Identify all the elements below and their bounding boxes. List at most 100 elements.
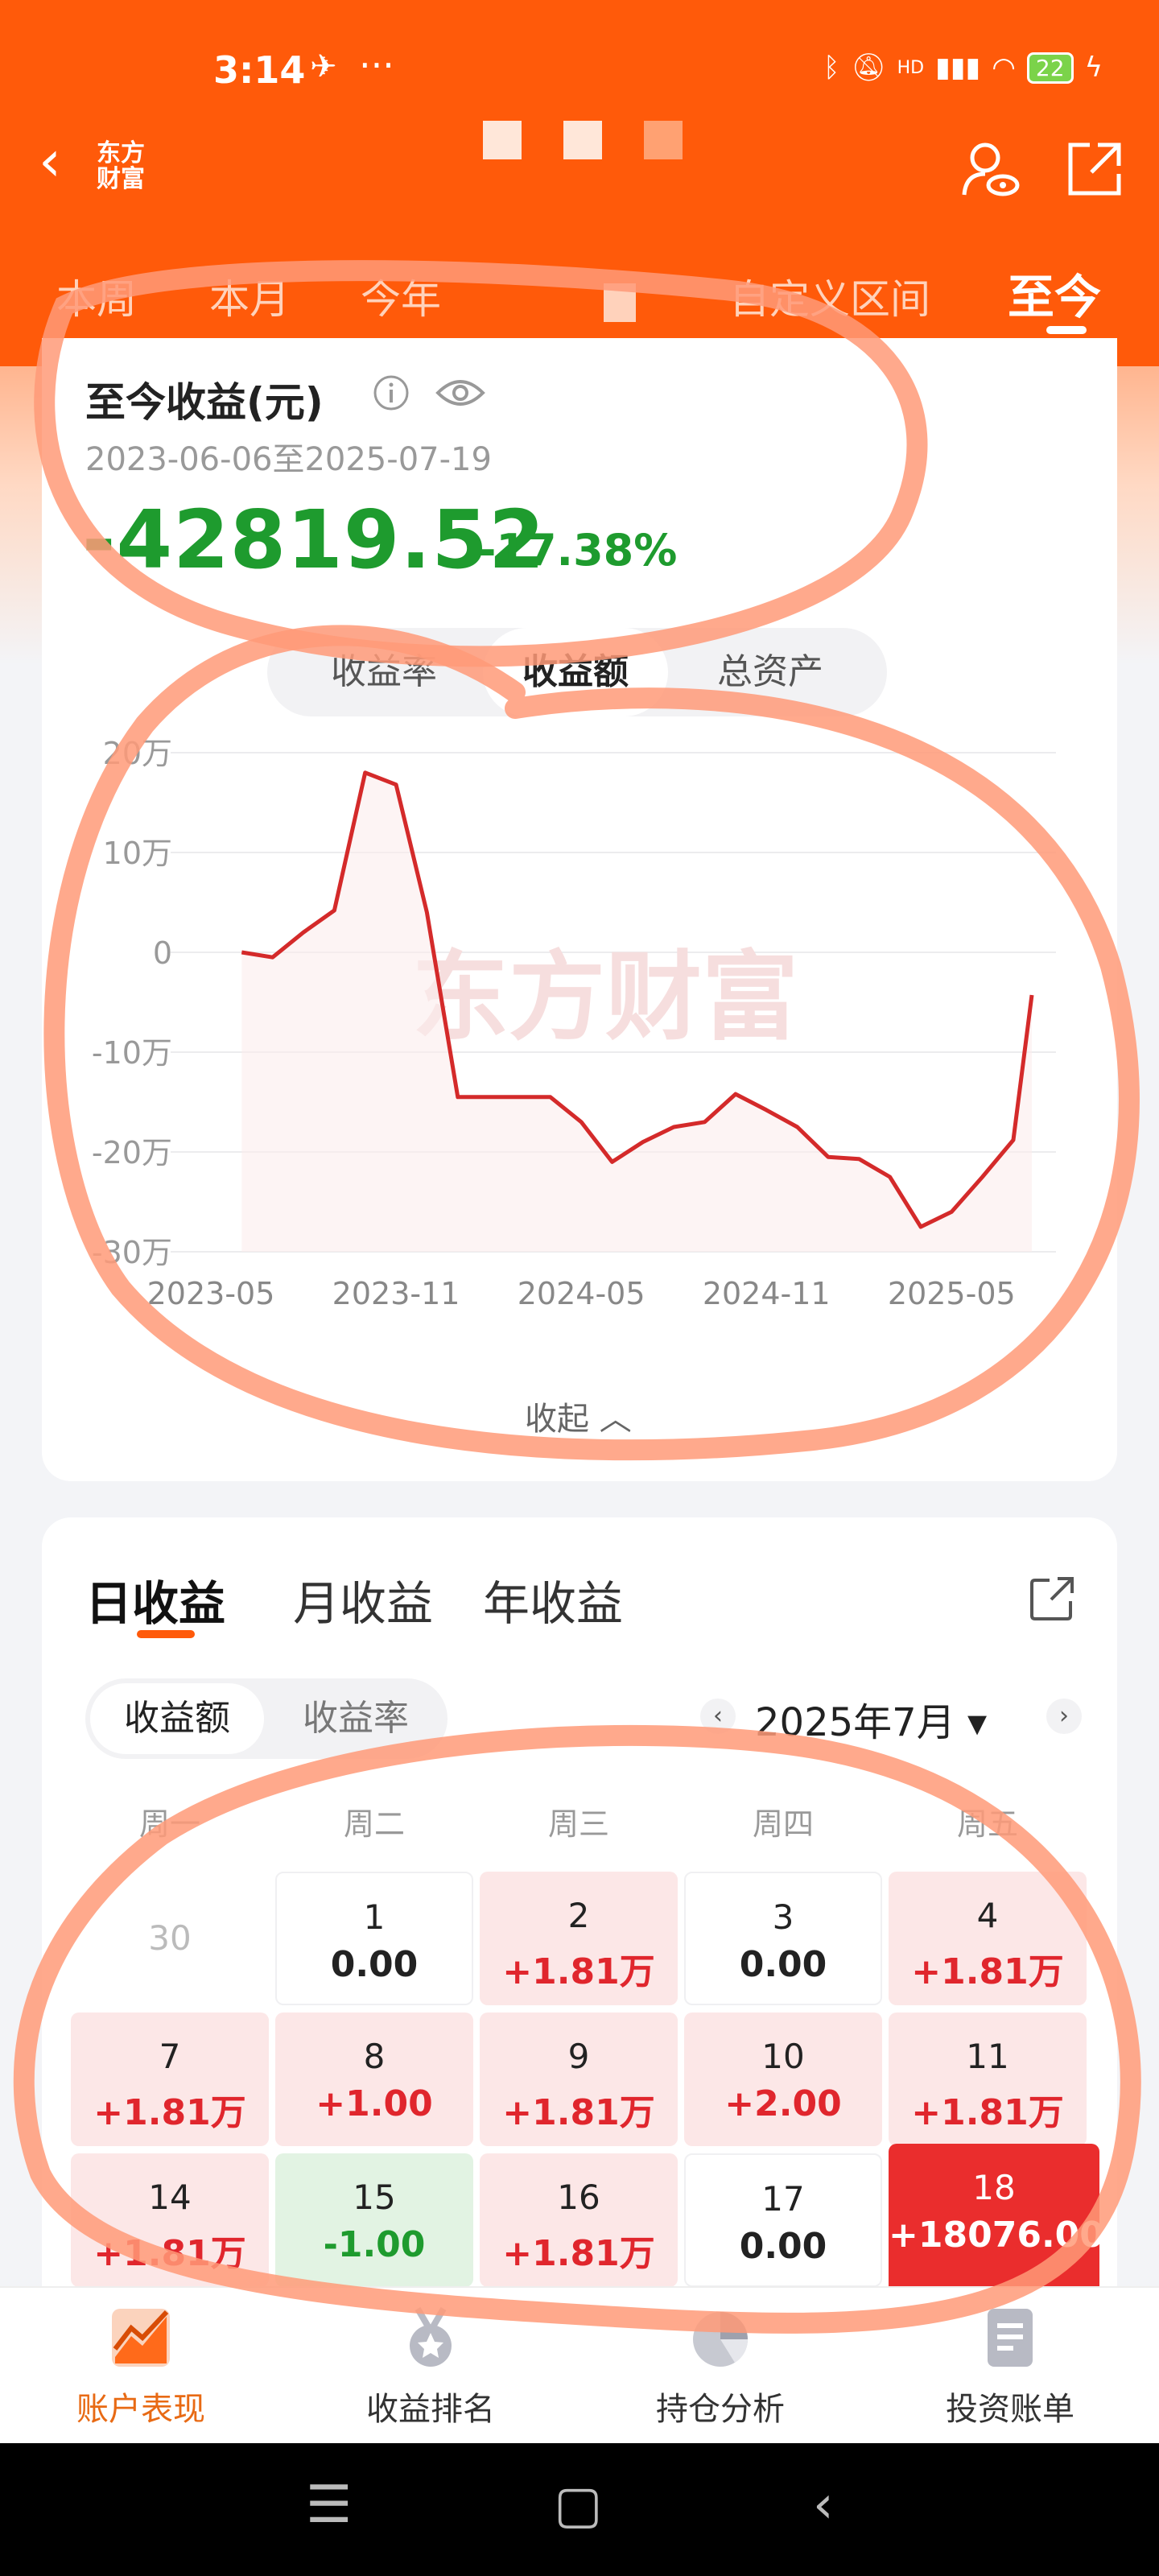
calendar-day-cell[interactable]: 30 xyxy=(71,1872,269,2005)
metric-total-assets[interactable]: 总资产 xyxy=(678,628,863,716)
calendar-day-profit: +1.00 xyxy=(316,2083,433,2124)
x-tick-label: 2024-11 xyxy=(703,1276,831,1311)
calendar-day-number: 4 xyxy=(976,1896,999,1935)
y-tick-label: -20万 xyxy=(92,1135,172,1170)
total-profit-value: -42819.52 xyxy=(82,493,546,587)
weekday: 周四 xyxy=(752,1806,814,1842)
calendar-day-number: 7 xyxy=(159,2037,181,2076)
logo-line-1: 东方 xyxy=(97,139,145,167)
status-bar: 3:14 ✈ ··· ᛒ 🔕︎ HD ▮▮▮ ◠ 22 ϟ xyxy=(0,43,1159,105)
calendar-day-cell[interactable]: 3 0.00 xyxy=(684,1872,882,2005)
chart-metric-switch: 收益率 收益额 总资产 xyxy=(267,628,887,716)
nav-account-performance[interactable]: 账户表现 xyxy=(36,2304,245,2429)
daily-profit-card: 日收益 月收益 年收益 收益额 收益率 ‹ 2025年7月 ▾ › 周一 周二 … xyxy=(42,1517,1117,2334)
month-label[interactable]: 2025年7月 ▾ xyxy=(755,1690,987,1747)
next-month-button[interactable]: › xyxy=(1046,1699,1082,1734)
status-icons: ᛒ 🔕︎ HD ▮▮▮ ◠ 22 ϟ xyxy=(823,52,1103,84)
tab-custom-range[interactable]: 自定义区间 xyxy=(729,267,930,325)
status-more: ··· xyxy=(359,43,394,87)
calendar-day-cell[interactable]: 7 +1.81万 xyxy=(71,2013,269,2146)
y-tick-label: 10万 xyxy=(103,836,172,871)
calendar-day-profit: +18076.00 xyxy=(889,2215,1104,2256)
bill-icon xyxy=(988,2309,1033,2367)
nav-label: 收益排名 xyxy=(366,2391,495,2428)
tab-month[interactable]: 本月 xyxy=(209,267,290,325)
share-out-icon[interactable] xyxy=(1062,137,1127,201)
calendar-day-number: 14 xyxy=(148,2178,192,2217)
metric-amount[interactable]: 收益额 xyxy=(90,1683,264,1754)
calendar-day-profit: +1.81万 xyxy=(502,2092,655,2133)
mask-block xyxy=(563,121,602,159)
prev-month-button[interactable]: ‹ xyxy=(700,1699,736,1734)
menu-icon[interactable]: ☰ xyxy=(306,2475,352,2535)
calendar-day-profit: +2.00 xyxy=(724,2083,842,2124)
charging-icon: ϟ xyxy=(1084,52,1103,84)
weekday: 周一 xyxy=(138,1806,200,1842)
eye-icon[interactable] xyxy=(435,374,486,412)
y-tick-label: -30万 xyxy=(92,1235,172,1270)
pie-chart-icon xyxy=(693,2312,749,2367)
period-tabs: 本周 本月 今年 自定义区间 至今 xyxy=(0,258,1159,338)
metric-return-rate[interactable]: 收益率 xyxy=(291,628,476,716)
bluetooth-icon: ᛒ xyxy=(823,52,840,84)
calendar-day-cell[interactable]: 15 -1.00 xyxy=(275,2153,473,2287)
tab-to-date[interactable]: 至今 xyxy=(1008,259,1101,327)
calendar-day-profit: -1.00 xyxy=(323,2224,426,2265)
nav-holdings-analysis[interactable]: 持仓分析 xyxy=(616,2304,825,2429)
tab-year[interactable]: 今年 xyxy=(361,267,441,325)
nav-investment-bill[interactable]: 投资账单 xyxy=(905,2304,1115,2429)
status-time: 3:14 xyxy=(213,48,306,92)
info-icon[interactable] xyxy=(372,374,410,412)
mask-block xyxy=(483,121,522,159)
calendar-day-cell[interactable]: 10 +2.00 xyxy=(684,2013,882,2146)
collapse-button[interactable]: 收起 ︿ xyxy=(525,1393,632,1439)
nav-label: 持仓分析 xyxy=(656,2391,785,2428)
watermark: 东方财富 xyxy=(412,942,798,1054)
daily-metric-switch: 收益额 收益率 xyxy=(85,1678,448,1759)
calendar-day-profit: +1.81万 xyxy=(502,1951,655,1992)
calendar-day-number: 2 xyxy=(567,1896,590,1935)
weekday: 周二 xyxy=(343,1806,405,1842)
calendar-day-profit: +1.81万 xyxy=(502,2233,655,2274)
calendar-day-cell[interactable]: 4 +1.81万 xyxy=(889,1872,1087,2005)
weekday-header: 周一 周二 周三 周四 周五 xyxy=(68,1799,1091,1847)
calendar-day-number: 11 xyxy=(966,2037,1009,2076)
calendar-day-cell[interactable]: 2 +1.81万 xyxy=(480,1872,678,2005)
calendar-day-cell[interactable]: 16 +1.81万 xyxy=(480,2153,678,2287)
calendar-day-number: 8 xyxy=(363,2037,386,2076)
tab-week[interactable]: 本周 xyxy=(56,267,137,325)
metric-rate[interactable]: 收益率 xyxy=(269,1683,443,1754)
home-icon[interactable]: ▢ xyxy=(554,2475,602,2535)
tab-yearly[interactable]: 年收益 xyxy=(483,1566,623,1633)
calendar-day-cell[interactable]: 18 +18076.00 xyxy=(889,2144,1104,2297)
account-name-masked xyxy=(483,121,692,159)
battery-icon: 22 xyxy=(1026,52,1074,84)
calendar-day-cell[interactable]: 1 0.00 xyxy=(275,1872,473,2005)
month-selector: ‹ 2025年7月 ▾ › xyxy=(700,1690,1087,1747)
metric-return-amount[interactable]: 收益额 xyxy=(483,628,668,716)
calendar-day-number: 15 xyxy=(353,2178,396,2217)
calendar-day-cell[interactable]: 11 +1.81万 xyxy=(889,2013,1087,2146)
calendar-day-cell[interactable]: 8 +1.00 xyxy=(275,2013,473,2146)
back-icon[interactable]: ‹ xyxy=(813,2475,834,2535)
user-view-icon[interactable] xyxy=(958,137,1022,201)
bottom-nav: 账户表现 收益排名 持仓分析 投资账单 xyxy=(0,2286,1159,2445)
active-tab-indicator xyxy=(1046,326,1087,334)
share-icon[interactable] xyxy=(1027,1574,1077,1624)
calendar-day-cell[interactable]: 9 +1.81万 xyxy=(480,2013,678,2146)
y-tick-label: -10万 xyxy=(92,1035,172,1071)
calendar-day-profit: 0.00 xyxy=(739,1944,827,1985)
calendar-day-profit: +1.81万 xyxy=(93,2233,246,2274)
nav-label: 账户表现 xyxy=(76,2391,205,2428)
nav-profit-ranking[interactable]: 收益排名 xyxy=(326,2304,535,2429)
wifi-icon: ◠ xyxy=(992,52,1016,84)
tab-monthly[interactable]: 月收益 xyxy=(293,1566,433,1633)
calendar-day-cell[interactable]: 14 +1.81万 xyxy=(71,2153,269,2287)
back-button[interactable]: ‹ xyxy=(39,133,61,189)
calendar-day-number: 3 xyxy=(772,1897,794,1937)
profit-title: 至今收益(元) xyxy=(85,379,324,426)
profit-line-chart: 20万 10万 0 -10万 -20万 -30万 东方财富 2023-05 2023-11 202… xyxy=(92,736,1056,1311)
x-tick-label: 2023-11 xyxy=(332,1276,460,1311)
tab-daily[interactable]: 日收益 xyxy=(85,1566,225,1633)
calendar-day-cell[interactable]: 17 0.00 xyxy=(684,2153,882,2287)
